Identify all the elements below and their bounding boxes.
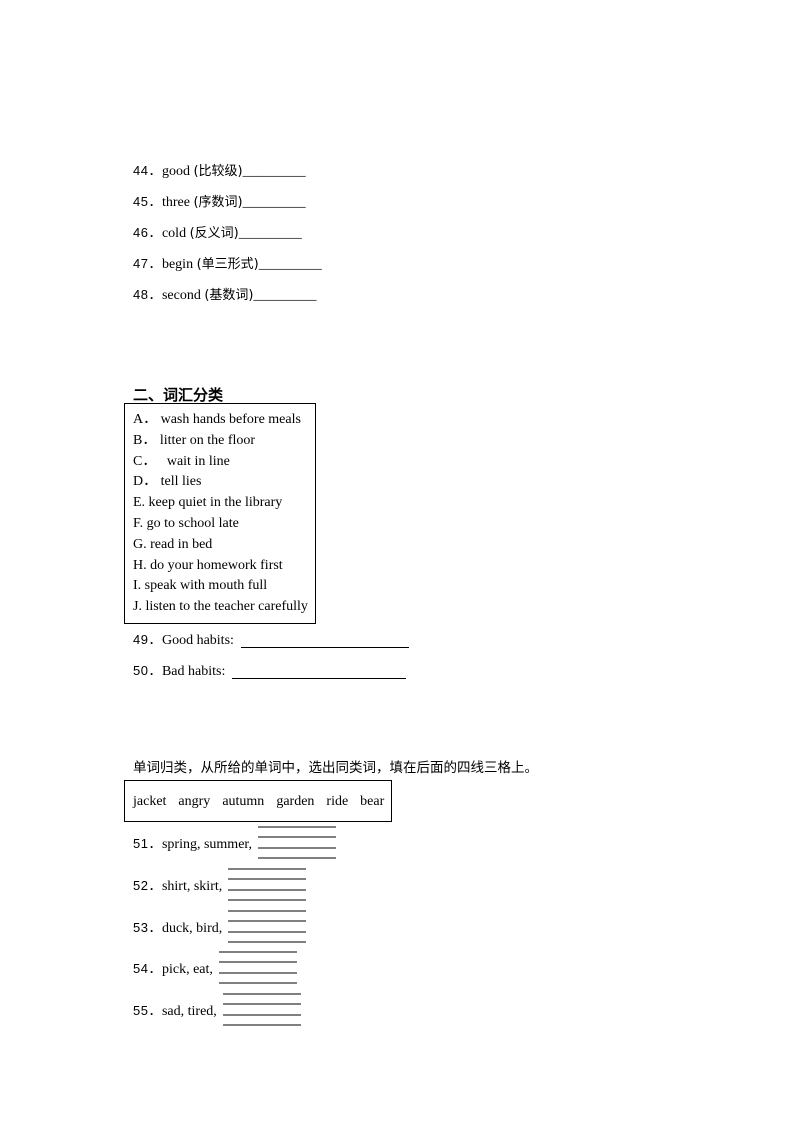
question-number: 47． bbox=[133, 256, 162, 271]
options-box: A． wash hands before meals B． litter on … bbox=[124, 403, 316, 624]
grid-line bbox=[228, 931, 306, 933]
grid-line bbox=[228, 920, 306, 922]
question-word: three bbox=[161, 195, 190, 210]
question-hint: (比较级) bbox=[193, 164, 243, 179]
question-number: 51． bbox=[133, 836, 162, 851]
grid-line bbox=[219, 951, 297, 953]
word-bank-item: ride bbox=[326, 794, 349, 809]
question-word: begin bbox=[161, 257, 194, 272]
question-number: 54． bbox=[133, 961, 162, 976]
question-label: Good habits: bbox=[161, 633, 234, 648]
question-number: 52． bbox=[133, 878, 162, 893]
question-50: 50．Bad habits: bbox=[133, 662, 225, 681]
grid-line bbox=[228, 941, 306, 943]
question-52: 52．shirt, skirt, bbox=[133, 877, 222, 896]
grid-line bbox=[228, 868, 306, 870]
option-d: D． tell lies bbox=[133, 474, 202, 490]
question-44: 44．good (比较级)_________ bbox=[133, 162, 306, 181]
question-hint: (序数词) bbox=[193, 195, 243, 210]
word-bank-item: autumn bbox=[222, 794, 265, 809]
grid-line bbox=[223, 1003, 301, 1005]
question-word: cold bbox=[161, 226, 187, 241]
question-54: 54．pick, eat, bbox=[133, 960, 213, 979]
question-word: good bbox=[161, 164, 190, 179]
question-46: 46．cold (反义词)_________ bbox=[133, 224, 302, 243]
answer-blank[interactable]: _________ bbox=[239, 226, 302, 241]
question-number: 50． bbox=[133, 663, 162, 678]
option-j: J. listen to the teacher carefully bbox=[133, 599, 308, 615]
answer-blank[interactable]: _________ bbox=[243, 164, 306, 179]
question-hint: (反义词) bbox=[189, 226, 239, 241]
answer-blank[interactable]: _________ bbox=[259, 257, 322, 272]
question-47: 47．begin (单三形式)_________ bbox=[133, 255, 322, 274]
word-bank-item: jacket bbox=[133, 794, 167, 809]
grid-line bbox=[258, 857, 336, 859]
question-48: 48．second (基数词)_________ bbox=[133, 286, 317, 305]
grid-line bbox=[228, 889, 306, 891]
option-b: B． litter on the floor bbox=[133, 432, 256, 448]
question-55: 55．sad, tired, bbox=[133, 1002, 217, 1021]
grid-line bbox=[228, 878, 306, 880]
question-number: 48． bbox=[133, 287, 162, 302]
word-bank-item: bear bbox=[360, 794, 385, 809]
question-45: 45．three (序数词)_________ bbox=[133, 193, 306, 212]
option-a: A． wash hands before meals bbox=[133, 412, 301, 427]
section-title: 二、词汇分类 bbox=[133, 386, 224, 404]
option-e: E. keep quiet in the library bbox=[133, 495, 283, 511]
question-number: 53． bbox=[133, 920, 162, 935]
question-label: Bad habits: bbox=[161, 664, 226, 679]
grid-line bbox=[258, 847, 336, 849]
grid-line bbox=[223, 993, 301, 995]
grid-line bbox=[219, 982, 297, 984]
question-words: pick, eat, bbox=[161, 962, 213, 977]
question-hint: (单三形式) bbox=[196, 257, 259, 272]
option-g: G. read in bed bbox=[133, 536, 213, 552]
question-number: 49． bbox=[133, 632, 162, 647]
grid-line bbox=[228, 899, 306, 901]
question-number: 55． bbox=[133, 1003, 162, 1018]
option-h: H. do your homework first bbox=[133, 557, 283, 573]
instruction-text: 单词归类，从所给的单词中，选出同类词，填在后面的四线三格上。 bbox=[133, 760, 538, 776]
question-number: 46． bbox=[133, 225, 162, 240]
grid-line bbox=[223, 1014, 301, 1016]
option-i: I. speak with mouth full bbox=[133, 578, 268, 594]
question-hint: (基数词) bbox=[204, 288, 254, 303]
grid-line bbox=[258, 826, 336, 828]
option-c: C． wait in line bbox=[133, 453, 230, 469]
question-words: sad, tired, bbox=[161, 1004, 217, 1019]
question-word: second bbox=[161, 288, 201, 303]
question-number: 45． bbox=[133, 194, 162, 209]
grid-line bbox=[219, 961, 297, 963]
word-bank-item: angry bbox=[178, 794, 211, 809]
grid-line bbox=[219, 972, 297, 974]
question-words: duck, bird, bbox=[161, 921, 223, 936]
grid-line bbox=[228, 910, 306, 912]
question-number: 44． bbox=[133, 163, 162, 178]
word-bank: jacket angry autumn garden ride bear bbox=[124, 780, 392, 822]
grid-line bbox=[258, 836, 336, 838]
grid-line bbox=[223, 1024, 301, 1026]
question-51: 51．spring, summer, bbox=[133, 835, 252, 854]
answer-blank[interactable]: _________ bbox=[254, 288, 317, 303]
answer-line-bad-habits[interactable] bbox=[232, 678, 406, 679]
answer-line-good-habits[interactable] bbox=[241, 647, 409, 648]
question-49: 49．Good habits: bbox=[133, 631, 234, 650]
question-words: spring, summer, bbox=[161, 837, 253, 852]
question-words: shirt, skirt, bbox=[161, 879, 223, 894]
word-bank-item: garden bbox=[276, 794, 315, 809]
option-f: F. go to school late bbox=[133, 515, 239, 531]
answer-blank[interactable]: _________ bbox=[243, 195, 306, 210]
question-53: 53．duck, bird, bbox=[133, 919, 222, 938]
